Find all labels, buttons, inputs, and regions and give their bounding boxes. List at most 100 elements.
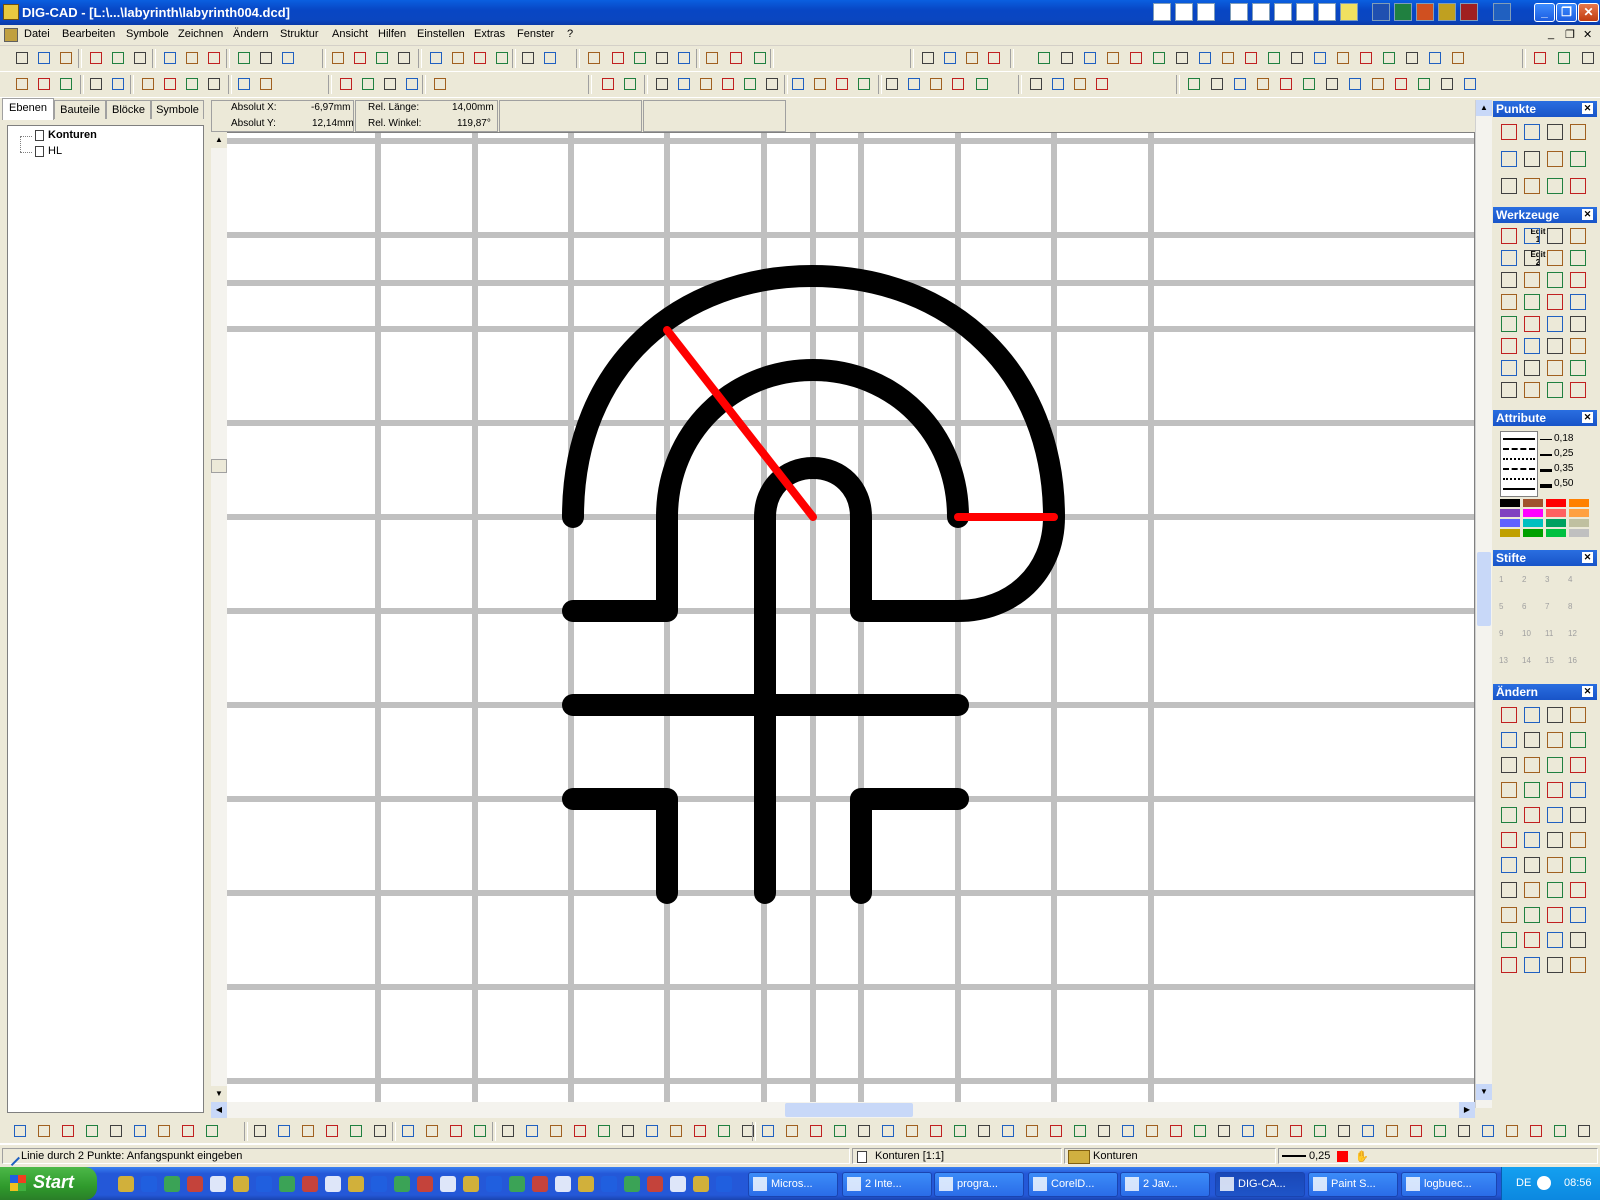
- toolbar-tool-button[interactable]: [1288, 1123, 1304, 1139]
- panel-tool-icon[interactable]: [1570, 250, 1586, 266]
- panel-tool-icon[interactable]: [1570, 272, 1586, 288]
- panel-tool-icon[interactable]: [1501, 707, 1517, 723]
- taskbar-button[interactable]: logbuec...: [1401, 1172, 1497, 1197]
- panel-tool-icon[interactable]: [1570, 707, 1586, 723]
- toolbar-tool-button[interactable]: [1168, 1123, 1184, 1139]
- toolbar-tool-button[interactable]: [1174, 50, 1190, 66]
- panel-tool-icon[interactable]: [1501, 316, 1517, 332]
- quick-launch-icon[interactable]: [624, 1176, 640, 1192]
- quick-launch-icon[interactable]: [486, 1176, 502, 1192]
- toolbar-tool-button[interactable]: [698, 76, 714, 92]
- canvas-ruler-left[interactable]: ▲ ▼: [211, 132, 227, 1102]
- panel-tool-icon[interactable]: [1524, 832, 1540, 848]
- quick-launch-icon[interactable]: [118, 1176, 134, 1192]
- toolbar-tool-button[interactable]: [1393, 76, 1409, 92]
- panel-tool-icon[interactable]: [1501, 732, 1517, 748]
- quick-launch-icon[interactable]: [647, 1176, 663, 1192]
- menu-symbole[interactable]: Symbole: [126, 28, 169, 40]
- menu-aendern[interactable]: Ändern: [233, 28, 268, 40]
- toolbar-tool-button[interactable]: [1243, 50, 1259, 66]
- toolbar-tool-button[interactable]: [542, 50, 558, 66]
- toolbar-tool-button[interactable]: [276, 1123, 292, 1139]
- toolbar-tool-button[interactable]: [352, 50, 368, 66]
- toolbar-tool-button[interactable]: [904, 1123, 920, 1139]
- panel-tool-icon[interactable]: [1547, 782, 1563, 798]
- panel-tool-icon[interactable]: [1547, 932, 1563, 948]
- toolbar-tool-button[interactable]: [324, 1123, 340, 1139]
- horizontal-scrollbar[interactable]: ◀ ▶: [211, 1102, 1475, 1118]
- toolbar-tool-button[interactable]: [586, 50, 602, 66]
- toolbar-tool-button[interactable]: [448, 1123, 464, 1139]
- calendar-icon[interactable]: [1252, 3, 1270, 21]
- quick-launch-icon[interactable]: [210, 1176, 226, 1192]
- quick-launch-icon[interactable]: [716, 1176, 732, 1192]
- toolbar-tool-button[interactable]: [500, 1123, 516, 1139]
- quick-launch-icon[interactable]: [164, 1176, 180, 1192]
- panel-tool-icon[interactable]: [1501, 857, 1517, 873]
- panel-tool-icon[interactable]: [1501, 124, 1517, 140]
- toolbar-tool-button[interactable]: [764, 76, 780, 92]
- toolbar-tool-button[interactable]: [596, 1123, 612, 1139]
- panel-tool-icon[interactable]: [1524, 316, 1540, 332]
- minimize-button[interactable]: _: [1534, 3, 1555, 22]
- scroll-thumb[interactable]: [785, 1103, 913, 1117]
- toolbar-tool-button[interactable]: [338, 76, 354, 92]
- pen-slot-3[interactable]: 3: [1545, 575, 1549, 584]
- toolbar-tool-button[interactable]: [1480, 1123, 1496, 1139]
- toolbar-tool-button[interactable]: [812, 76, 828, 92]
- panel-tool-icon[interactable]: [1501, 228, 1517, 244]
- scroll-down-button[interactable]: ▼: [1476, 1084, 1492, 1100]
- close-icon[interactable]: ✕: [1582, 552, 1593, 563]
- toolbar-tool-button[interactable]: [760, 1123, 776, 1139]
- quick-launch-icon[interactable]: [440, 1176, 456, 1192]
- panel-tool-icon[interactable]: [1524, 732, 1540, 748]
- panel-tool-icon[interactable]: [1547, 272, 1563, 288]
- toolbar-tool-button[interactable]: [252, 1123, 268, 1139]
- panel-tool-icon[interactable]: [1547, 382, 1563, 398]
- color-swatch[interactable]: [1546, 519, 1566, 527]
- toolbar-tool-button[interactable]: [14, 76, 30, 92]
- quick-launch-icon[interactable]: [417, 1176, 433, 1192]
- toolbar-tool-button[interactable]: [906, 76, 922, 92]
- menu-extras[interactable]: Extras: [474, 28, 505, 40]
- taskbar-button[interactable]: 2 Inte...: [842, 1172, 932, 1197]
- toolbar-tool-button[interactable]: [1266, 50, 1282, 66]
- line-width-035[interactable]: 0,35: [1554, 463, 1573, 474]
- taskbar-button[interactable]: progra...: [934, 1172, 1024, 1197]
- color-swatch[interactable]: [1546, 499, 1566, 507]
- toolbar-tool-button[interactable]: [632, 50, 648, 66]
- layer-item-konturen[interactable]: Konturen: [48, 129, 97, 141]
- toolbar-tool-button[interactable]: [396, 50, 412, 66]
- toolbar-tool-button[interactable]: [644, 1123, 660, 1139]
- toolbar-tool-button[interactable]: [494, 50, 510, 66]
- close-icon[interactable]: ✕: [1582, 686, 1593, 697]
- toolbar-tool-button[interactable]: [472, 1123, 488, 1139]
- pen-slot-11[interactable]: 11: [1545, 629, 1553, 638]
- color-swatch[interactable]: [1500, 519, 1520, 527]
- toolbar-tool-button[interactable]: [1264, 1123, 1280, 1139]
- toolbar-tool-button[interactable]: [600, 76, 616, 92]
- quick-launch-icon[interactable]: [509, 1176, 525, 1192]
- mdi-restore-button[interactable]: ❐: [1565, 28, 1575, 41]
- panel-tool-icon[interactable]: [1570, 907, 1586, 923]
- panel-tool-icon[interactable]: [1547, 807, 1563, 823]
- toolbar-tool-button[interactable]: [110, 50, 126, 66]
- toolbar-tool-button[interactable]: [742, 76, 758, 92]
- menu-ansicht[interactable]: Ansicht: [332, 28, 368, 40]
- close-icon[interactable]: ✕: [1582, 103, 1593, 114]
- toolbar-tool-button[interactable]: [1324, 76, 1340, 92]
- color-swatch[interactable]: [1569, 509, 1589, 517]
- quick-launch-icon[interactable]: [670, 1176, 686, 1192]
- toolbar-tool-button[interactable]: [752, 50, 768, 66]
- panel-tool-icon[interactable]: [1547, 757, 1563, 773]
- panel-tool-icon[interactable]: [1570, 832, 1586, 848]
- panel-tool-icon[interactable]: [1524, 178, 1540, 194]
- toolbar-tool-button[interactable]: [1576, 1123, 1592, 1139]
- toolbar-tool-button[interactable]: [884, 76, 900, 92]
- panel-tool-icon[interactable]: [1524, 957, 1540, 973]
- scroll-left-button[interactable]: ◀: [211, 1102, 227, 1118]
- toolbar-tool-button[interactable]: [1504, 1123, 1520, 1139]
- toolbar-tool-button[interactable]: [950, 76, 966, 92]
- toolbar-tool-button[interactable]: [1036, 50, 1052, 66]
- panel-tool-icon[interactable]: [1524, 782, 1540, 798]
